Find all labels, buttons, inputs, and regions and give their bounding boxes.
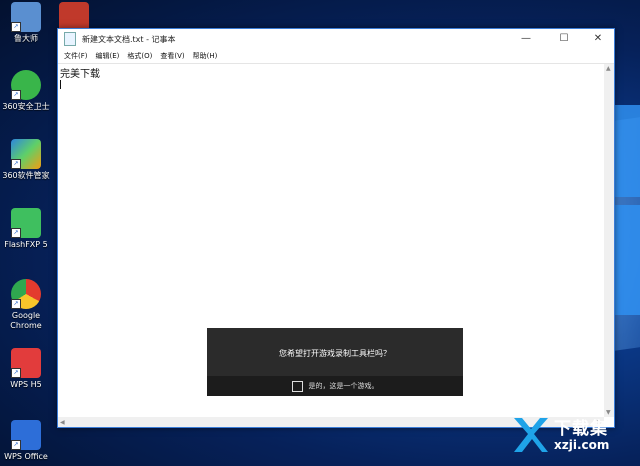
editor-content: 完美下载: [60, 69, 100, 80]
wps-h5-icon: ↗: [11, 348, 41, 378]
desktop-icon-chrome[interactable]: ↗ Google Chrome: [0, 279, 52, 331]
desktop-icon-ludashi[interactable]: ↗ 鲁大师: [0, 2, 52, 44]
close-button[interactable]: ✕: [584, 29, 612, 49]
ludashi-icon: ↗: [11, 2, 41, 32]
wps-office-icon: ↗: [11, 420, 41, 450]
chrome-icon: ↗: [11, 279, 41, 309]
watermark-logo-icon: [514, 418, 548, 452]
vertical-scrollbar[interactable]: ▲ ▼: [604, 64, 614, 417]
menu-format[interactable]: 格式(O): [127, 51, 152, 61]
desktop-icon-flashfxp[interactable]: ↗ FlashFXP 5: [0, 208, 52, 250]
watermark: 下载集 xzji.com: [510, 412, 638, 464]
is-game-label[interactable]: 是的，这是一个游戏。: [309, 381, 379, 391]
scroll-up-arrow-icon[interactable]: ▲: [606, 65, 611, 72]
360-safe-icon: ↗: [11, 70, 41, 100]
mouse-pointer-icon: [226, 143, 236, 155]
desktop-icon-360-safe[interactable]: ↗ 360安全卫士: [0, 70, 52, 112]
is-game-checkbox[interactable]: [291, 380, 303, 392]
windows-logo-pane-top: [612, 105, 640, 197]
menu-file[interactable]: 文件(F): [64, 51, 88, 61]
menu-edit[interactable]: 编辑(E): [96, 51, 120, 61]
text-caret: [60, 80, 61, 89]
notepad-icon: [64, 32, 76, 46]
gamebar-prompt: 您希望打开游戏录制工具栏吗？ 是的，这是一个游戏。: [207, 328, 463, 396]
menu-view[interactable]: 查看(V): [160, 51, 184, 61]
maximize-button[interactable]: ☐: [550, 29, 578, 49]
gamebar-option-row[interactable]: 是的，这是一个游戏。: [207, 376, 463, 396]
flashfxp-icon: ↗: [11, 208, 41, 238]
scroll-left-arrow-icon[interactable]: ◀: [60, 419, 65, 426]
notepad-titlebar[interactable]: 新建文本文档.txt - 记事本 — ☐ ✕: [58, 29, 614, 49]
menu-bar: 文件(F) 编辑(E) 格式(O) 查看(V) 帮助(H): [58, 49, 614, 64]
watermark-cn: 下载集: [554, 419, 608, 439]
watermark-en: xzji.com: [554, 438, 610, 452]
360-software-icon: ↗: [11, 139, 41, 169]
menu-help[interactable]: 帮助(H): [193, 51, 218, 61]
window-title: 新建文本文档.txt - 记事本: [82, 34, 176, 44]
desktop-icon-wps-h5[interactable]: ↗ WPS H5: [0, 348, 52, 390]
desktop-icon-wps-office[interactable]: ↗ WPS Office: [0, 420, 52, 462]
gamebar-question: 您希望打开游戏录制工具栏吗？: [279, 349, 391, 358]
windows-logo-pane-bottom: [612, 205, 640, 315]
minimize-button[interactable]: —: [512, 29, 540, 49]
desktop-icon-360-software[interactable]: ↗ 360软件管家: [0, 139, 52, 181]
